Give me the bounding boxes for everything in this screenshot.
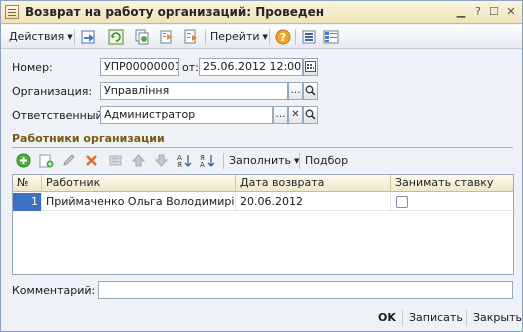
svg-text:Я: Я — [177, 161, 182, 168]
open-search-icon[interactable] — [303, 82, 318, 100]
organization-label: Организация: — [12, 85, 93, 98]
take-rate-checkbox[interactable] — [396, 196, 408, 208]
add-row-icon[interactable] — [15, 152, 32, 169]
open-search-icon[interactable] — [303, 106, 318, 124]
title-bar[interactable]: Возврат на работу организаций: Проведен … — [1, 1, 522, 24]
take-rate-cell[interactable] — [391, 193, 513, 211]
workers-section-title: Работники организации — [12, 132, 165, 145]
list-icon[interactable] — [300, 28, 318, 46]
document-icon — [5, 5, 19, 19]
select-ellipsis-icon[interactable]: … — [288, 82, 303, 100]
chevron-down-icon: ▼ — [67, 33, 73, 41]
toolbar-separator — [74, 29, 75, 45]
number-field[interactable]: УПР00000001 — [100, 58, 179, 76]
toolbar-separator — [295, 29, 296, 45]
toolbar-separator — [205, 29, 206, 45]
select-ellipsis-icon[interactable]: … — [273, 106, 288, 124]
minimize-icon[interactable]: ▁ — [454, 5, 468, 19]
toolbar-separator — [223, 153, 224, 169]
refresh-icon[interactable] — [107, 28, 125, 46]
close-icon[interactable]: ✕ — [504, 5, 518, 19]
actions-menu-button[interactable]: Действия ▼ — [9, 29, 73, 45]
column-header-num[interactable]: № — [13, 175, 42, 192]
fill-menu-button[interactable]: Заполнить ▼ — [229, 153, 299, 169]
select-button[interactable]: Подбор — [305, 153, 348, 169]
worker-cell[interactable]: Приймаченко Ольга Володимирівна — [42, 193, 236, 211]
column-header-return-date[interactable]: Дата возврата — [236, 175, 391, 192]
workers-table[interactable]: № Работник Дата возврата Занимать ставку… — [12, 174, 514, 275]
copy-row-icon[interactable] — [38, 152, 55, 169]
svg-text:А: А — [200, 161, 205, 168]
table-icon[interactable] — [322, 28, 340, 46]
comment-label: Комментарий: — [12, 284, 96, 297]
copy-icon[interactable] — [133, 28, 151, 46]
date-label: от: — [182, 61, 199, 74]
edit-row-icon[interactable] — [60, 152, 77, 169]
save-button[interactable]: Записать — [409, 311, 463, 324]
sort-descending-icon[interactable]: ЯА — [199, 152, 216, 169]
ok-button[interactable]: OK — [378, 311, 396, 324]
svg-text:?: ? — [280, 31, 286, 44]
organization-field[interactable]: Управління — [100, 82, 288, 100]
structure-icon[interactable] — [182, 28, 200, 46]
move-icon[interactable] — [158, 28, 176, 46]
number-label: Номер: — [12, 61, 53, 74]
help-icon[interactable]: ? — [471, 5, 485, 19]
delete-row-icon[interactable] — [83, 152, 100, 169]
section-divider — [12, 147, 513, 148]
date-field[interactable]: 25.06.2012 12:00:00 — [199, 58, 303, 76]
table-row[interactable]: 1 Приймаченко Ольга Володимирівна 20.06.… — [13, 193, 513, 211]
responsible-label: Ответственный: — [12, 109, 107, 122]
command-bar: Действия ▼ Перейти ▼ ? — [1, 25, 522, 49]
maximize-icon[interactable]: ☐ — [487, 5, 501, 19]
goto-menu-label: Перейти — [210, 30, 260, 43]
help-icon[interactable]: ? — [274, 28, 292, 46]
footer-separator — [466, 310, 467, 326]
return-date-cell[interactable]: 20.06.2012 — [236, 193, 391, 211]
document-window: Возврат на работу организаций: Проведен … — [0, 0, 523, 332]
sort-ascending-icon[interactable]: АЯ — [176, 152, 193, 169]
responsible-field[interactable]: Администратор — [100, 106, 273, 124]
actions-menu-label: Действия — [9, 30, 65, 43]
row-number-cell[interactable]: 1 — [13, 193, 42, 211]
window-title: Возврат на работу организаций: Проведен — [25, 5, 324, 19]
toolbar-separator — [299, 153, 300, 169]
end-edit-icon[interactable] — [107, 152, 124, 169]
move-up-icon[interactable] — [130, 152, 147, 169]
close-button[interactable]: Закрыть — [473, 311, 522, 324]
calendar-icon[interactable] — [303, 58, 318, 76]
post-icon[interactable] — [80, 28, 98, 46]
clear-icon[interactable]: ✕ — [288, 106, 303, 124]
goto-menu-button[interactable]: Перейти ▼ — [210, 29, 268, 45]
column-header-take-rate[interactable]: Занимать ставку — [391, 175, 513, 192]
chevron-down-icon: ▼ — [262, 33, 268, 41]
toolbar-separator — [269, 29, 270, 45]
footer-separator — [402, 310, 403, 326]
move-down-icon[interactable] — [153, 152, 170, 169]
comment-field[interactable] — [98, 281, 513, 299]
column-header-worker[interactable]: Работник — [42, 175, 236, 192]
fill-menu-label: Заполнить — [229, 154, 291, 167]
table-header: № Работник Дата возврата Занимать ставку — [13, 175, 513, 192]
